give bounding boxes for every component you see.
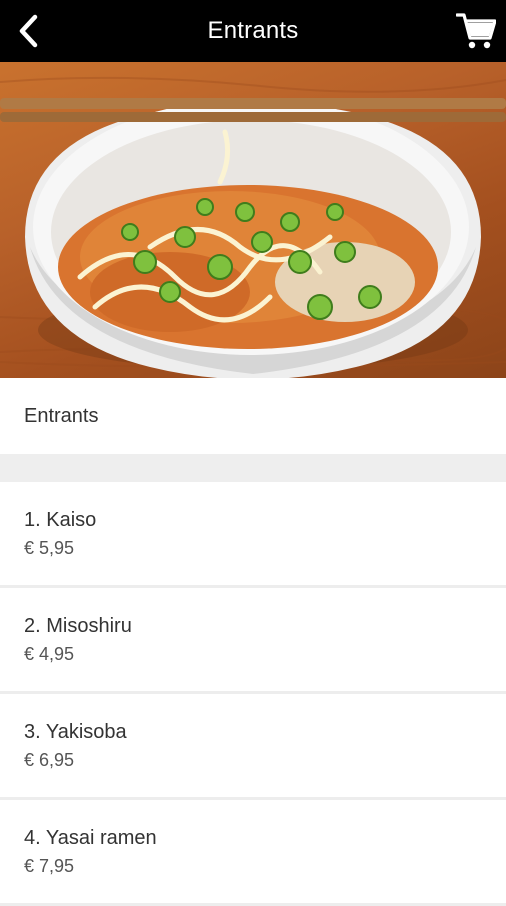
item-price: € 4,95 xyxy=(24,644,75,664)
food-photo xyxy=(0,62,506,378)
chevron-left-icon xyxy=(19,14,38,48)
item-name: 3. Yakisoba xyxy=(24,721,127,743)
item-price: € 7,95 xyxy=(24,856,75,876)
item-name: 2. Misoshiru xyxy=(24,615,132,637)
item-price: € 5,95 xyxy=(24,538,75,558)
list-item-kaiso[interactable]: 1. Kaiso € 5,95 xyxy=(0,482,506,588)
section-title: Entrants xyxy=(0,378,506,454)
item-name: 1. Kaiso xyxy=(24,509,97,531)
food-photo-icon xyxy=(0,76,506,378)
item-price: € 6,95 xyxy=(24,750,75,770)
list-item-yasai-ramen[interactable]: 4. Yasai ramen € 7,95 xyxy=(0,800,506,906)
list-item-misoshiru[interactable]: 2. Misoshiru € 4,95 xyxy=(0,588,506,694)
cart-button[interactable] xyxy=(454,10,498,52)
menu-list: 1. Kaiso € 5,95 2. Misoshiru € 4,95 3. Y… xyxy=(0,482,506,906)
section-divider xyxy=(0,454,506,482)
list-item-yakisoba[interactable]: 3. Yakisoba € 6,95 xyxy=(0,694,506,800)
page-title: Entrants xyxy=(207,17,299,44)
item-name: 4. Yasai ramen xyxy=(24,827,157,849)
cart-icon xyxy=(456,13,496,49)
back-button[interactable] xyxy=(8,11,48,51)
top-app-bar: Entrants xyxy=(0,0,506,62)
